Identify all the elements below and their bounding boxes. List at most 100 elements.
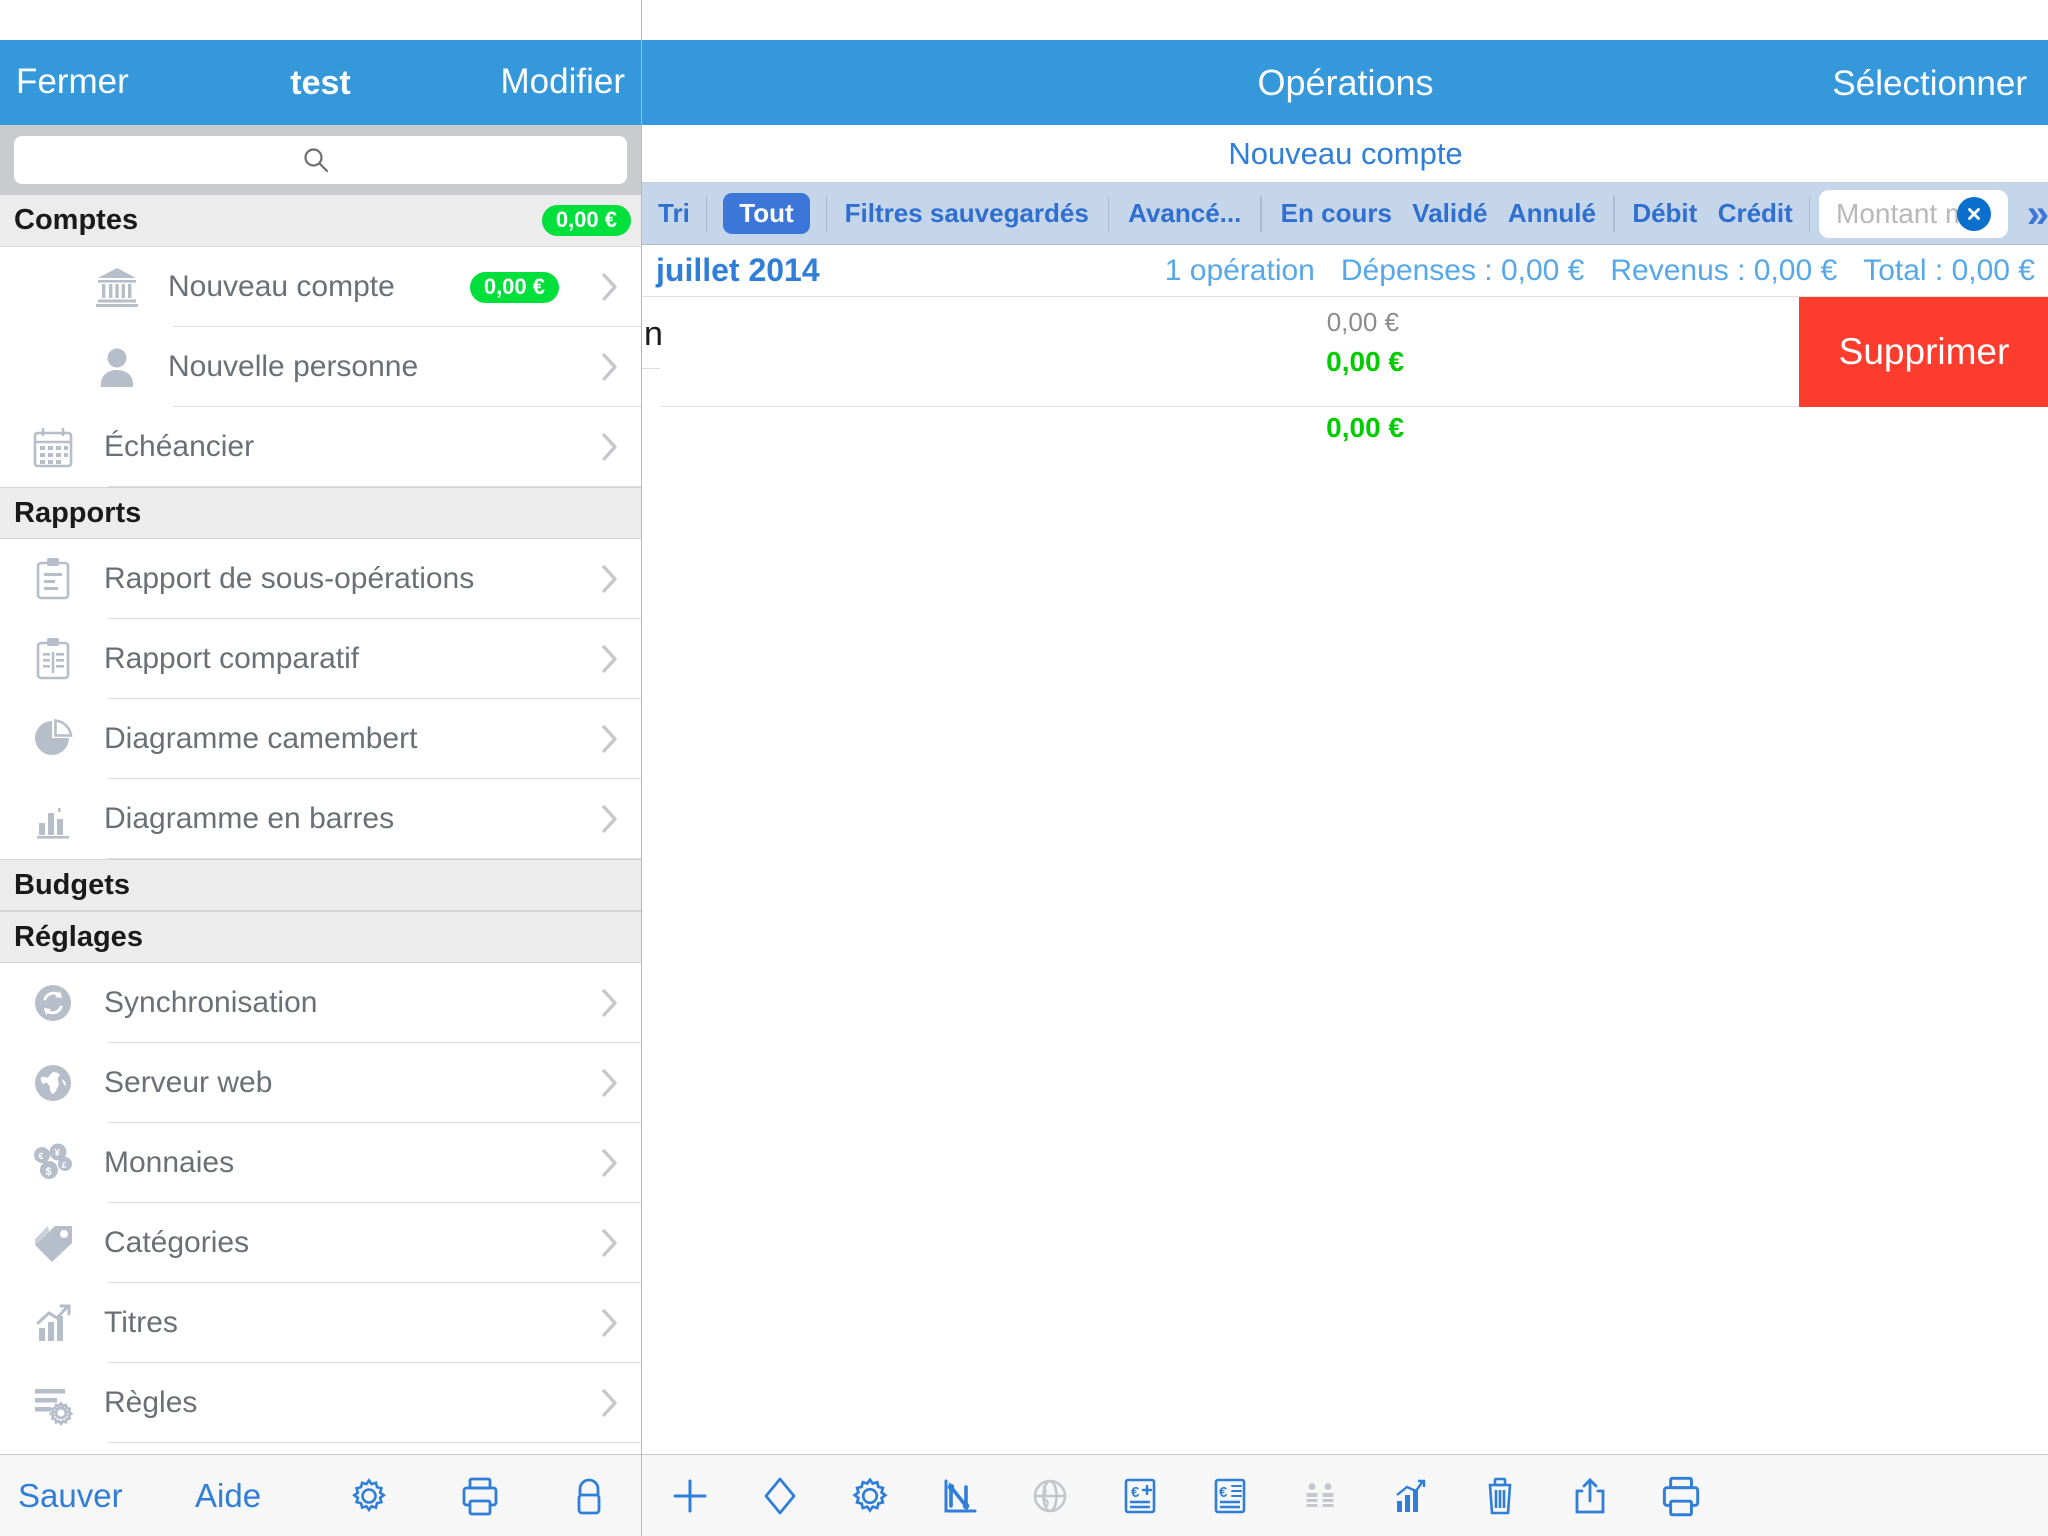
sidebar-item-monnaies[interactable]: €¥ £$Monnaies — [0, 1123, 641, 1203]
month-summary-row: juillet 2014 1 opération Dépenses : 0,00… — [642, 245, 2048, 297]
divider — [1108, 196, 1109, 232]
divider — [826, 196, 827, 232]
sidebar-item-label: Échéancier — [104, 430, 254, 464]
sidebar-item-serveur-web[interactable]: Serveur web — [0, 1043, 641, 1123]
sidebar-item-rapport-comparatif[interactable]: Rapport comparatif — [0, 619, 641, 699]
section-title: Budgets — [14, 869, 130, 902]
trash-icon[interactable] — [1474, 1470, 1526, 1522]
gear-icon[interactable] — [844, 1470, 896, 1522]
summary-count: 1 opération — [1165, 254, 1315, 288]
section-header-rapports: Rapports — [0, 487, 641, 539]
section-title: Comptes — [14, 204, 138, 237]
left-toolbar: Sauver Aide — [0, 1454, 641, 1536]
save-button[interactable]: Sauver — [18, 1477, 123, 1515]
delete-button[interactable]: Supprimer — [1799, 297, 2048, 407]
filter-pending[interactable]: En cours — [1281, 198, 1392, 229]
filter-bar: Tri Tout Filtres sauvegardés Avancé... E… — [642, 183, 2048, 245]
transaction-balance: 0,00 € — [1326, 346, 1404, 378]
sidebar-item-label: Rapport comparatif — [104, 642, 359, 676]
sidebar-item-label: Règles — [104, 1386, 197, 1420]
rules-gear-icon — [26, 1376, 80, 1430]
section-header-rglages: Réglages — [0, 911, 641, 963]
chevron-right-icon — [601, 1388, 619, 1418]
edit-button[interactable]: Modifier — [501, 62, 625, 102]
filter-debit[interactable]: Débit — [1632, 198, 1697, 229]
amount-min-input[interactable]: Montant min — [1819, 190, 2008, 238]
sidebar-item-nouveau-compte[interactable]: Nouveau compte 0,00 € — [0, 247, 641, 327]
summary-income: Revenus : 0,00 € — [1610, 254, 1837, 288]
section-balance-badge: 0,00 € — [542, 205, 631, 236]
divider — [108, 1442, 641, 1443]
sidebar-item-label: Nouvelle personne — [168, 350, 418, 384]
filter-cancelled[interactable]: Annulé — [1508, 198, 1596, 229]
sidebar-item-cat-gories[interactable]: Catégories — [0, 1203, 641, 1283]
chevron-right-icon — [601, 988, 619, 1018]
gear-icon[interactable] — [345, 1472, 393, 1525]
sidebar-item-diagramme-camembert[interactable]: Diagramme camembert — [0, 699, 641, 779]
sidebar-item-titres[interactable]: Titres — [0, 1283, 641, 1363]
divider — [1260, 196, 1261, 232]
summary-expenses: Dépenses : 0,00 € — [1341, 254, 1585, 288]
section-header-comptes: Comptes 0,00 € — [0, 195, 641, 247]
filter-sort[interactable]: Tri — [658, 198, 690, 229]
section-title: Rapports — [14, 497, 141, 530]
table-row[interactable]: n 0,00 € 0,00 € Supprimer — [642, 297, 2048, 407]
breadcrumb-account[interactable]: Nouveau compte — [1228, 136, 1462, 172]
chevron-right-icon — [601, 1068, 619, 1098]
print-icon[interactable] — [455, 1472, 503, 1525]
chevron-right-icon — [601, 1148, 619, 1178]
left-panel: Fermer test Modifier Comptes 0,00 € — [0, 0, 641, 1536]
filter-all[interactable]: Tout — [723, 193, 809, 234]
person-icon — [90, 340, 144, 394]
select-button[interactable]: Sélectionner — [1832, 64, 2027, 104]
sidebar-item-label: Synchronisation — [104, 986, 317, 1020]
divider — [706, 196, 707, 232]
summary-stats: 1 opération Dépenses : 0,00 € Revenus : … — [1165, 254, 2035, 288]
summary-month: juillet 2014 — [656, 252, 820, 289]
clear-circle-icon[interactable] — [1957, 197, 1991, 231]
sidebar-item-label: Diagramme en barres — [104, 802, 394, 836]
share-icon[interactable] — [1564, 1470, 1616, 1522]
sidebar-item-r-gles[interactable]: Règles — [0, 1363, 641, 1443]
sidebar-list[interactable]: Comptes 0,00 € Nouveau compte 0,00 € Nouve… — [0, 195, 641, 1454]
sidebar-item-ch-ancier[interactable]: Échéancier — [0, 407, 641, 487]
chevron-right-icon — [601, 432, 619, 462]
lock-icon[interactable] — [565, 1472, 613, 1525]
item-balance-badge: 0,00 € — [470, 272, 559, 303]
chevron-right-icon — [601, 1228, 619, 1258]
svg-text:€: € — [1219, 1484, 1228, 1501]
sidebar-item-diagramme-en-barres[interactable]: Diagramme en barres — [0, 779, 641, 859]
filter-credit[interactable]: Crédit — [1718, 198, 1793, 229]
euro-list-icon[interactable]: € — [1204, 1470, 1256, 1522]
summary-total: Total : 0,00 € — [1863, 254, 2035, 288]
euro-plus-icon[interactable]: € — [1114, 1470, 1166, 1522]
double-chevron-right-icon[interactable]: » — [2027, 196, 2048, 232]
sidebar-item-rapport-de-sous-op-rations[interactable]: Rapport de sous-opérations — [0, 539, 641, 619]
svg-text:£: £ — [62, 1160, 67, 1170]
app-root: iPad 23:15 ☾ 🗢︎ 11 % Fermer test Modifie… — [0, 0, 2048, 1536]
sidebar-item-nouvelle-personne[interactable]: Nouvelle personne — [0, 327, 641, 407]
add-icon[interactable] — [664, 1470, 716, 1522]
help-button[interactable]: Aide — [195, 1477, 261, 1515]
sidebar-item-label: Rapport de sous-opérations — [104, 562, 474, 596]
running-total: 0,00 € — [1326, 412, 1404, 444]
right-panel: Opérations Sélectionner Nouveau compte T… — [641, 0, 2048, 1536]
sidebar-item-label: Nouveau compte — [168, 270, 395, 304]
bar-chart-icon[interactable] — [1384, 1470, 1436, 1522]
chevron-right-icon — [601, 272, 619, 302]
search-input[interactable] — [14, 136, 627, 184]
coins-icon: €¥ £$ — [26, 1136, 80, 1190]
line-chart-icon[interactable] — [934, 1470, 986, 1522]
sidebar-item-synchronisation[interactable]: Synchronisation — [0, 963, 641, 1043]
filter-advanced[interactable]: Avancé... — [1128, 198, 1241, 229]
breadcrumb: Nouveau compte — [642, 125, 2048, 183]
section-header-budgets: Budgets — [0, 859, 641, 911]
filter-validated[interactable]: Validé — [1412, 198, 1487, 229]
left-navbar: Fermer test Modifier — [0, 40, 641, 125]
diamond-icon[interactable] — [754, 1470, 806, 1522]
filter-saved[interactable]: Filtres sauvegardés — [845, 198, 1089, 229]
search-bar-container — [0, 125, 641, 195]
print-icon[interactable] — [1654, 1470, 1706, 1522]
globe-icon — [1024, 1470, 1076, 1522]
globe-icon — [26, 1056, 80, 1110]
